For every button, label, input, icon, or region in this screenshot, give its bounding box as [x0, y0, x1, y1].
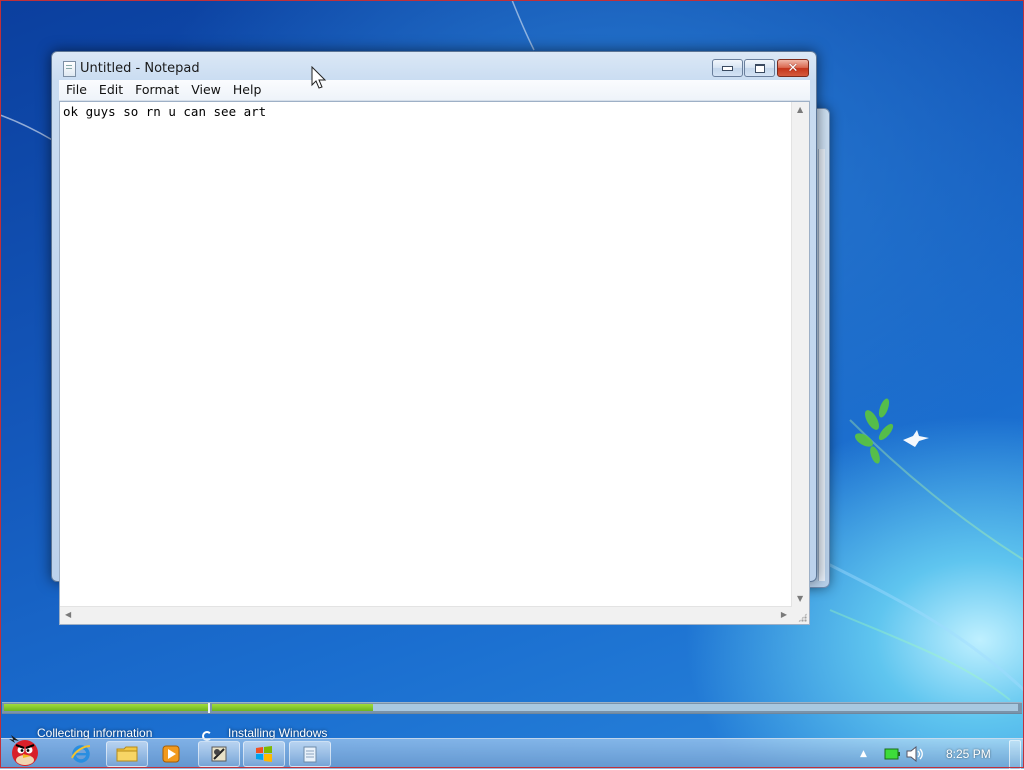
notepad-icon — [303, 746, 317, 763]
notepad-window[interactable]: Untitled - Notepad ✕ File Edit Format Vi… — [51, 51, 817, 625]
internet-explorer-icon — [71, 745, 91, 763]
taskbar-item-app[interactable] — [198, 741, 240, 767]
taskbar-item-explorer[interactable] — [106, 741, 148, 767]
menu-help[interactable]: Help — [227, 80, 268, 100]
background-window-edge — [818, 149, 825, 581]
mouse-cursor-icon — [311, 66, 327, 89]
angry-bird-icon — [9, 735, 38, 766]
folder-icon — [116, 746, 138, 762]
taskbar-clock[interactable]: 8:25 PM — [946, 747, 991, 761]
installing-progress-track — [212, 704, 1018, 711]
scroll-right-arrow-icon[interactable]: ▶ — [781, 611, 787, 619]
chevron-up-icon: ▲ — [860, 749, 867, 759]
text-editor[interactable]: ok guys so rn u can see art — [62, 103, 791, 606]
battery-status[interactable] — [884, 739, 900, 769]
resize-grip-icon[interactable] — [798, 613, 807, 622]
taskbar-item-media-player[interactable] — [150, 741, 192, 767]
notepad-icon — [63, 61, 76, 77]
close-button[interactable]: ✕ — [777, 59, 809, 77]
app-icon — [211, 746, 227, 762]
scroll-up-arrow-icon[interactable]: ▲ — [797, 106, 803, 114]
menu-file[interactable]: File — [59, 80, 93, 100]
menu-bar: File Edit Format View Help — [59, 80, 810, 101]
scroll-down-arrow-icon[interactable]: ▼ — [797, 595, 803, 603]
show-desktop-button[interactable] — [1009, 740, 1021, 770]
vertical-scrollbar[interactable]: ▲ ▼ — [791, 102, 809, 607]
menu-format[interactable]: Format — [129, 80, 185, 100]
progress-separator — [208, 703, 210, 713]
taskbar: ▲ 8:25 PM — [0, 735, 1024, 770]
maximize-button[interactable] — [744, 59, 775, 77]
scroll-left-arrow-icon[interactable]: ◀ — [65, 611, 71, 619]
text-area-container: ok guys so rn u can see art ▲ ▼ ◀ ▶ — [59, 101, 810, 625]
horizontal-scrollbar[interactable]: ◀ ▶ — [60, 606, 792, 624]
taskbar-item-notepad[interactable] — [289, 741, 331, 767]
collecting-progress-fill — [4, 704, 208, 711]
window-title: Untitled - Notepad — [80, 61, 200, 76]
maximize-icon — [754, 63, 765, 73]
volume-control[interactable] — [906, 739, 924, 769]
setup-progress-bar — [2, 702, 1022, 714]
close-icon: ✕ — [787, 60, 799, 76]
minimize-icon — [722, 65, 733, 71]
volume-icon — [906, 746, 923, 762]
taskbar-item-angry-bird[interactable] — [2, 733, 48, 767]
collecting-progress-track — [4, 704, 208, 711]
menu-view[interactable]: View — [185, 80, 227, 100]
battery-icon — [884, 748, 900, 760]
minimize-button[interactable] — [712, 59, 743, 77]
show-hidden-icons-button[interactable]: ▲ — [860, 739, 867, 769]
taskbar-item-internet-explorer[interactable] — [60, 741, 102, 767]
menu-edit[interactable]: Edit — [93, 80, 129, 100]
windows-logo-icon — [256, 746, 272, 762]
media-player-icon — [162, 745, 180, 763]
installing-progress-fill — [212, 704, 374, 711]
taskbar-item-windows[interactable] — [243, 741, 285, 767]
scroll-corner — [792, 607, 809, 624]
